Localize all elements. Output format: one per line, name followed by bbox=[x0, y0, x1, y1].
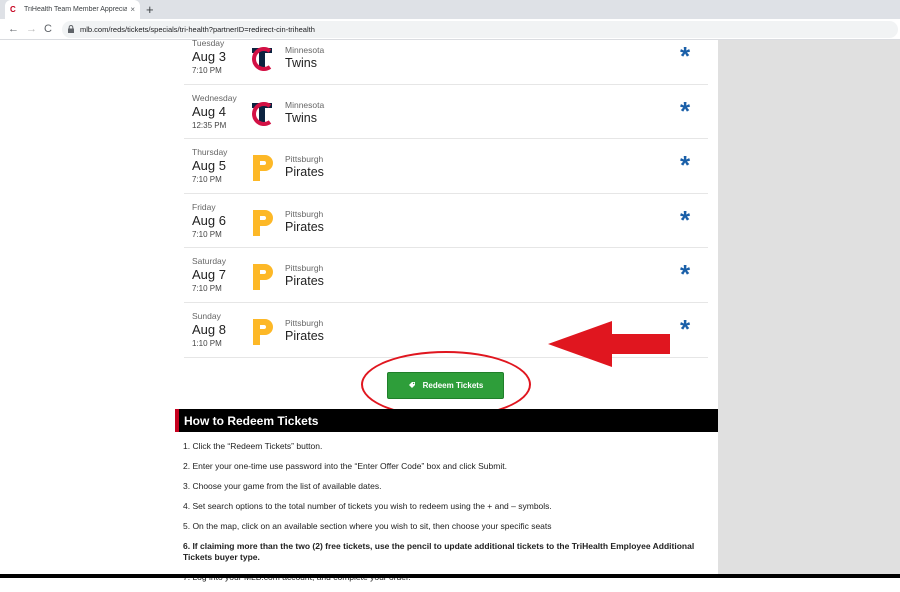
opponent-city: Minnesota bbox=[285, 99, 325, 110]
game-row[interactable]: Thursday Aug 5 7:10 PM Pittsburgh Pirates * bbox=[184, 139, 708, 194]
howto-header: How to Redeem Tickets bbox=[175, 409, 718, 432]
game-time: 12:35 PM bbox=[192, 120, 227, 130]
game-date: Aug 5 bbox=[192, 158, 226, 174]
howto-step: 2. Enter your one-time use password into… bbox=[183, 461, 507, 471]
game-row[interactable]: Friday Aug 6 7:10 PM Pittsburgh Pirates * bbox=[184, 194, 708, 249]
howto-step: 4. Set search options to the total numbe… bbox=[183, 501, 552, 511]
game-date: Aug 7 bbox=[192, 267, 226, 283]
game-day: Saturday bbox=[192, 256, 227, 267]
promo-asterisk-icon: * bbox=[680, 150, 691, 181]
game-time: 7:10 PM bbox=[192, 229, 222, 239]
browser-tab[interactable]: C TriHealth Team Member Apprecia × bbox=[5, 0, 140, 19]
redeem-button-label: Redeem Tickets bbox=[422, 381, 484, 390]
reds-favicon-icon: C bbox=[10, 5, 16, 14]
ticket-icon bbox=[408, 381, 416, 391]
opponent-city: Pittsburgh bbox=[285, 154, 324, 165]
howto-steps: 1. Click the “Redeem Tickets” button. 2. … bbox=[183, 441, 713, 592]
red-arrow-icon bbox=[548, 321, 670, 367]
promo-asterisk-icon: * bbox=[680, 204, 691, 235]
opponent-city: Pittsburgh bbox=[285, 317, 324, 328]
page-gutter bbox=[718, 40, 900, 578]
howto-step: 5. On the map, click on an available sec… bbox=[183, 521, 552, 531]
opponent-team: Pirates bbox=[285, 165, 324, 180]
reload-icon[interactable]: C bbox=[44, 22, 52, 36]
browser-toolbar: ← → C mlb.com/reds/tickets/specials/tri-… bbox=[0, 19, 900, 40]
game-date: Aug 4 bbox=[192, 103, 226, 119]
forward-icon[interactable]: → bbox=[26, 22, 37, 36]
game-day: Thursday bbox=[192, 147, 228, 158]
address-bar[interactable]: mlb.com/reds/tickets/specials/tri-health… bbox=[62, 21, 898, 38]
howto-step: 6. If claiming more than the two (2) fre… bbox=[183, 541, 695, 562]
game-row[interactable]: Tuesday Aug 3 7:10 PM Minnesota Twins * bbox=[184, 40, 708, 85]
game-row[interactable]: Wednesday Aug 4 12:35 PM Minnesota Twins * bbox=[184, 85, 708, 140]
game-date: Aug 8 bbox=[192, 321, 226, 337]
game-date: Aug 6 bbox=[192, 212, 226, 228]
browser-tab-bar: C TriHealth Team Member Apprecia × + bbox=[0, 0, 900, 19]
opponent-city: Minnesota bbox=[285, 45, 325, 55]
opponent-team: Pirates bbox=[285, 219, 324, 234]
redeem-tickets-button[interactable]: Redeem Tickets bbox=[387, 372, 504, 399]
game-row[interactable]: Saturday Aug 7 7:10 PM Pittsburgh Pirates * bbox=[184, 248, 708, 303]
tab-close-icon[interactable]: × bbox=[130, 5, 135, 14]
game-time: 7:10 PM bbox=[192, 66, 222, 75]
pirates-logo-icon bbox=[248, 153, 276, 183]
game-date: Aug 3 bbox=[192, 49, 226, 64]
howto-step: 3. Choose your game from the list of ava… bbox=[183, 481, 382, 491]
pirates-logo-icon bbox=[248, 317, 276, 347]
twins-logo-icon bbox=[248, 44, 276, 74]
game-list: Tuesday Aug 3 7:10 PM Minnesota Twins * Wednes… bbox=[184, 40, 708, 358]
opponent-team: Twins bbox=[285, 56, 317, 70]
promo-asterisk-icon: * bbox=[680, 41, 691, 71]
promo-asterisk-icon: * bbox=[680, 259, 691, 290]
pirates-logo-icon bbox=[248, 208, 276, 238]
promo-asterisk-icon: * bbox=[680, 313, 691, 344]
tab-title: TriHealth Team Member Apprecia bbox=[24, 6, 128, 13]
twins-logo-icon bbox=[248, 99, 276, 129]
game-time: 1:10 PM bbox=[192, 338, 222, 348]
url-text: mlb.com/reds/tickets/specials/tri-health… bbox=[80, 25, 315, 34]
opponent-city: Pittsburgh bbox=[285, 208, 324, 219]
opponent-city: Pittsburgh bbox=[285, 263, 324, 274]
game-time: 7:10 PM bbox=[192, 284, 222, 294]
back-icon[interactable]: ← bbox=[8, 22, 19, 36]
pirates-logo-icon bbox=[248, 262, 276, 292]
lock-icon bbox=[68, 24, 74, 35]
game-day: Sunday bbox=[192, 310, 221, 321]
promo-asterisk-icon: * bbox=[680, 95, 691, 126]
game-day: Friday bbox=[192, 201, 216, 212]
howto-step: 1. Click the “Redeem Tickets” button. bbox=[183, 441, 323, 451]
game-day: Wednesday bbox=[192, 92, 237, 103]
opponent-team: Pirates bbox=[285, 328, 324, 343]
new-tab-button[interactable]: + bbox=[146, 2, 154, 17]
bottom-bar bbox=[0, 574, 900, 578]
game-day: Tuesday bbox=[192, 40, 225, 48]
game-time: 7:10 PM bbox=[192, 175, 222, 185]
opponent-team: Twins bbox=[285, 110, 317, 125]
howto-title: How to Redeem Tickets bbox=[184, 413, 319, 428]
opponent-team: Pirates bbox=[285, 274, 324, 289]
